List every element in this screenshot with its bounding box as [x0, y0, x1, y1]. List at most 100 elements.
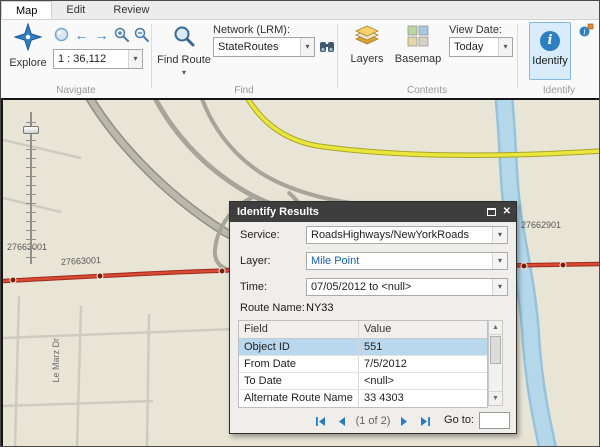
zoom-slider-handle[interactable] — [23, 126, 39, 134]
ribbon-tabbar: Map Edit Review — [1, 1, 599, 20]
first-page-icon — [314, 415, 327, 428]
group-separator — [517, 24, 518, 88]
chevron-down-icon[interactable]: ▾ — [498, 38, 512, 56]
chevron-down-icon[interactable]: ▾ — [492, 279, 507, 295]
chevron-down-icon[interactable]: ▾ — [128, 50, 142, 68]
close-icon[interactable]: ✕ — [503, 207, 511, 217]
table-row[interactable]: Object ID 551 — [239, 339, 487, 356]
layer-combobox[interactable]: Mile Point ▾ — [306, 252, 508, 270]
dialog-titlebar[interactable]: Identify Results ✕ — [230, 202, 516, 222]
chevron-down-icon[interactable]: ▾ — [300, 38, 314, 56]
identify-button[interactable]: i Identify — [529, 22, 571, 80]
network-lrm-label: Network (LRM): — [213, 24, 290, 36]
view-date-combobox[interactable]: Today ▾ — [449, 37, 513, 57]
chevron-down-icon[interactable]: ▾ — [492, 227, 507, 243]
network-combobox[interactable]: StateRoutes ▾ — [213, 37, 315, 57]
view-date-value: Today — [454, 41, 483, 53]
table-row[interactable]: To Date <null> — [239, 373, 487, 390]
find-route-magnifier-icon — [172, 24, 196, 48]
identify-info-icon: i — [540, 31, 560, 51]
binoculars-icon — [319, 39, 335, 55]
forward-extent-button[interactable]: → — [93, 26, 110, 43]
identify-options-button[interactable]: i — [578, 23, 594, 44]
explore-compass-icon — [14, 23, 42, 51]
layers-label: Layers — [345, 53, 389, 65]
scroll-down-icon[interactable]: ▼ — [489, 391, 502, 405]
previous-page-button[interactable] — [335, 415, 348, 428]
layer-value: Mile Point — [311, 255, 359, 267]
service-value: RoadsHighways/NewYorkRoads — [311, 229, 469, 241]
chevron-down-icon[interactable]: ▾ — [157, 68, 211, 77]
field-cell: To Date — [239, 373, 359, 389]
page-indicator: (1 of 2) — [356, 415, 391, 427]
zoom-in-icon — [113, 26, 130, 43]
value-cell: 7/5/2012 — [359, 356, 487, 372]
explore-button[interactable]: Explore — [5, 23, 51, 69]
goto-input[interactable] — [479, 412, 510, 429]
navigate-icon-row: ← → — [53, 26, 150, 43]
network-value: StateRoutes — [218, 41, 279, 53]
table-header-row: Field Value — [239, 321, 487, 339]
time-value: 07/05/2012 to <null> — [311, 281, 411, 293]
table-row[interactable]: Alternate Route Name 33 4303 — [239, 390, 487, 407]
chevron-down-icon[interactable]: ▾ — [492, 253, 507, 269]
tab-review[interactable]: Review — [99, 1, 163, 19]
next-page-button[interactable] — [398, 415, 411, 428]
map-canvas[interactable]: 27663001 27663001 27662901 Le Marz Dr Id… — [1, 98, 600, 447]
layers-button[interactable]: Layers — [345, 25, 389, 65]
value-cell: 551 — [359, 339, 487, 355]
identify-options-icon: i — [578, 23, 594, 39]
tab-edit[interactable]: Edit — [52, 1, 99, 19]
group-label-identify: Identify — [517, 85, 600, 96]
last-page-icon — [419, 415, 432, 428]
zoom-in-button[interactable] — [113, 26, 130, 43]
last-page-button[interactable] — [419, 415, 432, 428]
time-label: Time: — [240, 281, 267, 293]
scale-combobox[interactable]: 1 : 36,112 ▾ — [53, 49, 143, 69]
scrollbar-thumb[interactable] — [490, 336, 501, 364]
table-header-field: Field — [239, 321, 359, 338]
field-cell: Object ID — [239, 339, 359, 355]
tab-map[interactable]: Map — [1, 1, 52, 19]
first-page-button[interactable] — [314, 415, 327, 428]
route-name-value: NY33 — [306, 302, 334, 314]
attributes-table: Field Value Object ID 551 From Date 7/5/… — [238, 320, 488, 408]
next-page-icon — [398, 415, 411, 428]
zoom-slider[interactable] — [23, 112, 39, 264]
group-label-contents: Contents — [337, 85, 517, 96]
arrow-left-icon: ← — [75, 28, 89, 42]
basemap-button[interactable]: Basemap — [393, 25, 443, 65]
service-combobox[interactable]: RoadsHighways/NewYorkRoads ▾ — [306, 226, 508, 244]
field-cell: Alternate Route Name — [239, 390, 359, 407]
value-cell: <null> — [359, 373, 487, 389]
previous-page-icon — [335, 415, 348, 428]
scroll-up-icon[interactable]: ▲ — [489, 321, 502, 335]
route-id-label: 27663001 — [61, 255, 102, 267]
table-scrollbar[interactable]: ▲ ▼ — [488, 320, 503, 406]
arrow-right-icon: → — [95, 28, 109, 42]
zoom-slider-track[interactable] — [30, 112, 32, 264]
maximize-icon[interactable] — [487, 208, 496, 216]
scale-value: 1 : 36,112 — [58, 53, 106, 65]
layer-label: Layer: — [240, 255, 271, 267]
basemap-icon — [407, 25, 429, 47]
svg-text:i: i — [583, 27, 586, 36]
find-route-button[interactable]: Find Route ▾ — [157, 24, 211, 77]
identify-results-dialog: Identify Results ✕ Service: RoadsHighway… — [229, 201, 517, 434]
route-name-label: Route Name: — [240, 302, 305, 314]
back-extent-button[interactable]: ← — [73, 26, 90, 43]
explore-label: Explore — [5, 57, 51, 69]
find-route-label: Find Route — [157, 54, 211, 66]
search-route-button[interactable] — [319, 39, 335, 60]
zoom-out-button[interactable] — [133, 26, 150, 43]
zoom-out-icon — [133, 26, 150, 43]
table-row[interactable]: From Date 7/5/2012 — [239, 356, 487, 373]
field-cell: From Date — [239, 356, 359, 372]
app-window: Map Edit Review Explore ← → — [0, 0, 600, 447]
route-id-label: 27662901 — [521, 220, 561, 230]
group-label-navigate: Navigate — [1, 85, 151, 96]
time-combobox[interactable]: 07/05/2012 to <null> ▾ — [306, 278, 508, 296]
basemap-label: Basemap — [393, 53, 443, 65]
view-date-label: View Date: — [449, 24, 502, 36]
previous-extent-button[interactable] — [53, 26, 70, 43]
